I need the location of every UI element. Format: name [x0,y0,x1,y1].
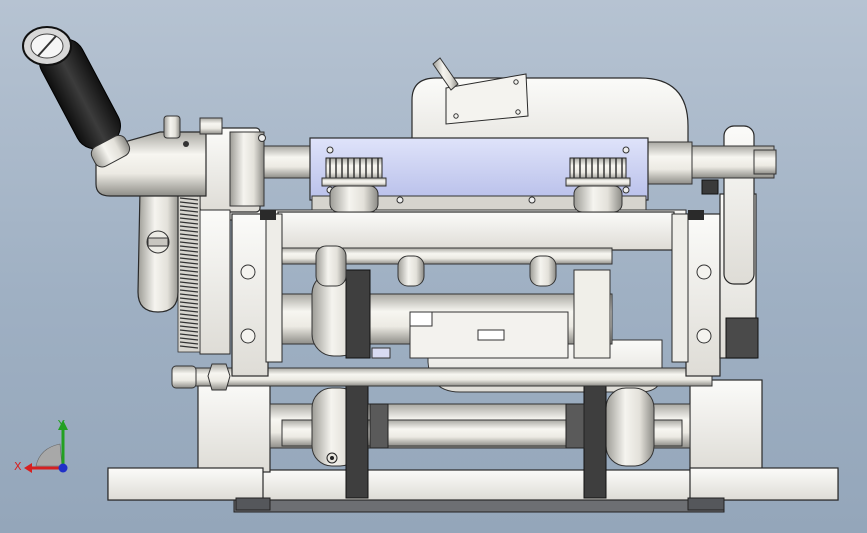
triad-base [35,443,63,467]
x-axis-label: X [14,460,22,473]
coordinate-triad: Y X [14,418,68,473]
cad-viewport[interactable]: Y X [0,0,867,533]
z-axis-dot [58,463,68,473]
y-axis-label: Y [57,418,65,431]
